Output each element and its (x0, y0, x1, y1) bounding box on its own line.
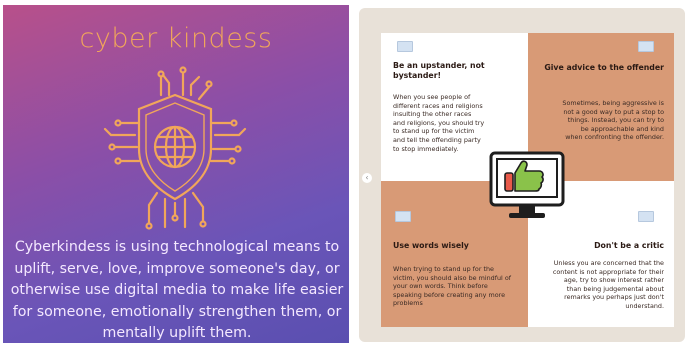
note-icon (638, 41, 654, 52)
tip-heading: Give advice to the offender (544, 63, 664, 72)
cyber-kindness-card: cyber kindess Cyberkindess is using tech… (3, 5, 349, 343)
monitor-thumbs-up-icon (489, 151, 565, 218)
tip-heading: Use words wisely (393, 241, 469, 250)
note-icon (395, 211, 411, 222)
tip-body: When trying to stand up for the victim, … (393, 265, 511, 308)
tip-body: Sometimes, being aggressive is not a goo… (562, 99, 664, 142)
tip-heading: Don't be a critic (594, 241, 664, 250)
tips-panel: Be an upstander, not bystander! When you… (359, 8, 685, 342)
note-icon (397, 41, 413, 52)
note-icon (638, 211, 654, 222)
card-description: Cyberkindess is using technological mean… (10, 239, 344, 341)
tip-heading: Be an upstander, not bystander! (393, 61, 485, 80)
shield-globe-circuit-icon (103, 66, 247, 230)
card-title: cyber kindess (79, 23, 273, 54)
chevron-left-icon[interactable]: ‹ (362, 173, 372, 183)
tip-body: When you see people of different races a… (393, 93, 485, 153)
tip-body: Unless you are concerned that the conten… (552, 259, 664, 310)
